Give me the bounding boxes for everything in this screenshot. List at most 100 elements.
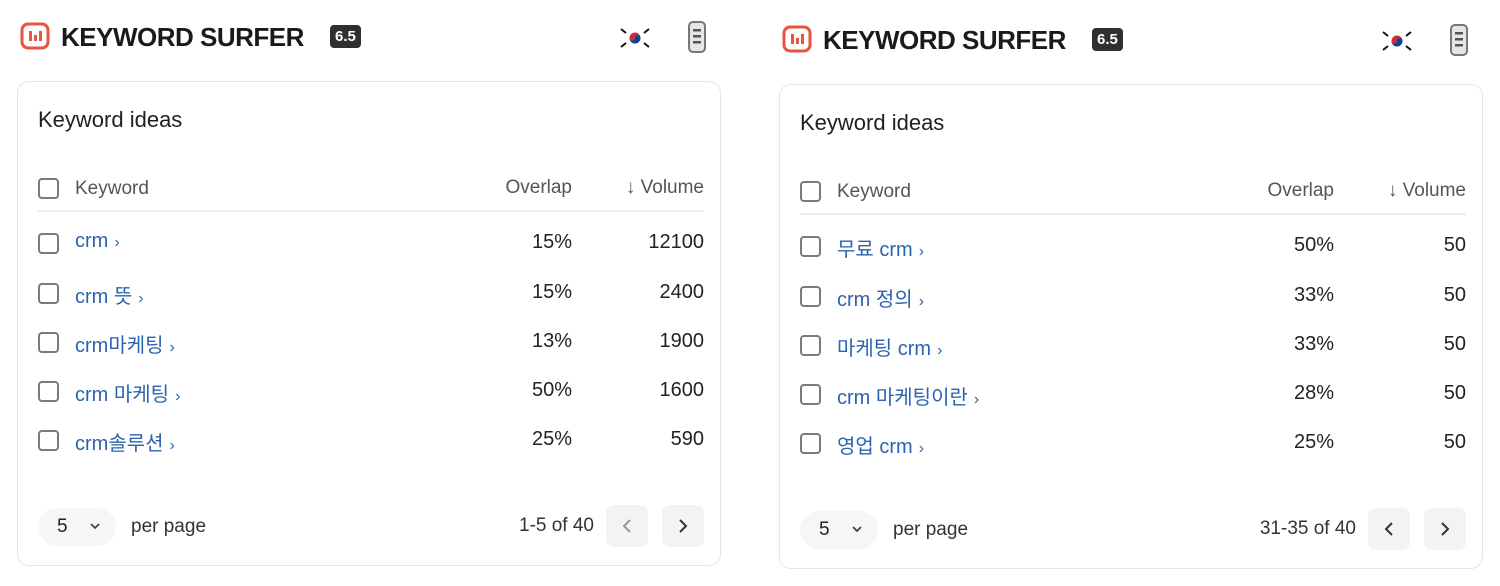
brand-name: KEYWORD SURFER [61, 22, 304, 52]
keyword-link[interactable]: crm 뜻 › [75, 280, 144, 309]
card-title: Keyword ideas [38, 107, 183, 132]
volume-value: 2400 [659, 281, 705, 303]
overlap-value: 13% [531, 330, 572, 352]
column-header-volume[interactable]: ↓ Volume [1388, 180, 1466, 202]
table-header: Keyword Overlap ↓ Volume [38, 174, 704, 212]
south-korea-flag-icon[interactable] [618, 23, 652, 53]
table-row: crm마케팅 › 13% 1900 [38, 326, 704, 360]
table-row: 무료 crm › 50% 50 [800, 230, 1466, 264]
page-range: 1-5 of 40 [519, 515, 594, 536]
device-icon[interactable] [683, 20, 711, 54]
column-header-overlap[interactable]: Overlap [505, 177, 572, 199]
keyword-surfer-logo-icon [20, 22, 50, 50]
table-row: 영업 crm › 25% 50 [800, 427, 1466, 461]
volume-value: 50 [1443, 431, 1466, 453]
next-page-button[interactable] [662, 505, 704, 547]
previous-page-button[interactable] [606, 505, 648, 547]
table-row: crm 마케팅이란 › 28% 50 [800, 378, 1466, 412]
table-row: crm 정의 › 33% 50 [800, 280, 1466, 314]
volume-value: 590 [670, 428, 704, 450]
table-row: crm솔루션 › 25% 590 [38, 424, 704, 458]
per-page-label: per page [893, 519, 969, 540]
per-page-select[interactable]: 5 [38, 508, 116, 546]
overlap-value: 15% [531, 281, 572, 303]
chevron-right-icon: › [114, 234, 120, 251]
row-checkbox[interactable] [800, 236, 821, 257]
row-checkbox[interactable] [38, 430, 59, 451]
overlap-value: 33% [1293, 284, 1334, 306]
keyword-ideas-card: Keyword ideas Keyword Overlap ↓ Volume 무… [779, 84, 1483, 569]
select-all-checkbox[interactable] [38, 178, 59, 199]
keyword-link[interactable]: crm 마케팅 › [75, 378, 180, 407]
row-checkbox[interactable] [800, 335, 821, 356]
row-checkbox[interactable] [800, 433, 821, 454]
column-header-overlap[interactable]: Overlap [1267, 180, 1334, 202]
chevron-down-icon [90, 523, 100, 530]
volume-value: 50 [1443, 333, 1466, 355]
chevron-right-icon: › [169, 437, 175, 454]
chevron-right-icon: › [918, 440, 925, 457]
keyword-link[interactable]: crm솔루션 › [75, 427, 175, 456]
chevron-right-icon [1441, 522, 1450, 536]
volume-value: 50 [1443, 234, 1466, 256]
column-header-volume[interactable]: ↓ Volume [626, 177, 704, 199]
keyword-text: crm 마케팅 [75, 384, 170, 406]
keyword-text: crm [75, 230, 109, 252]
row-checkbox[interactable] [800, 286, 821, 307]
brand-name: KEYWORD SURFER [823, 25, 1066, 55]
table-header: Keyword Overlap ↓ Volume [800, 177, 1466, 215]
keyword-link[interactable]: 영업 crm › [837, 430, 924, 459]
chevron-right-icon [679, 519, 688, 533]
table-row: crm › 15% 12100 [38, 227, 704, 261]
chevron-right-icon: › [918, 293, 925, 310]
keyword-link[interactable]: crm마케팅 › [75, 329, 175, 358]
keyword-text: 영업 crm [837, 436, 913, 458]
per-page-value: 5 [57, 516, 68, 537]
column-header-keyword[interactable]: Keyword [75, 178, 149, 200]
keyword-text: crm 마케팅이란 [837, 387, 968, 409]
keyword-text: crm솔루션 [75, 433, 164, 455]
keyword-text: crm 정의 [837, 289, 913, 311]
keyword-surfer-panel-left: KEYWORD SURFER 6.5 Keyword ideas Keyword… [17, 0, 723, 583]
keyword-link[interactable]: 마케팅 crm › [837, 332, 942, 361]
overlap-value: 50% [531, 379, 572, 401]
chevron-right-icon: › [138, 290, 144, 307]
volume-value: 50 [1443, 284, 1466, 306]
keyword-link[interactable]: crm 마케팅이란 › [837, 381, 979, 410]
row-checkbox[interactable] [38, 283, 59, 304]
chevron-left-icon [622, 519, 631, 533]
per-page-select[interactable]: 5 [800, 511, 878, 549]
device-icon[interactable] [1445, 23, 1473, 57]
keyword-link[interactable]: crm 정의 › [837, 283, 924, 312]
volume-value: 50 [1443, 382, 1466, 404]
column-header-keyword[interactable]: Keyword [837, 181, 911, 203]
keyword-surfer-logo-icon [782, 25, 812, 53]
keyword-link[interactable]: 무료 crm › [837, 233, 924, 262]
page-range: 31-35 of 40 [1259, 518, 1356, 539]
per-page-value: 5 [819, 519, 830, 540]
row-checkbox[interactable] [38, 332, 59, 353]
chevron-down-icon [852, 526, 862, 533]
chevron-right-icon: › [918, 243, 925, 260]
table-row: crm 뜻 › 15% 2400 [38, 277, 704, 311]
chevron-left-icon [1384, 522, 1393, 536]
volume-value: 12100 [648, 231, 704, 253]
row-checkbox[interactable] [38, 381, 59, 402]
chevron-right-icon: › [937, 342, 943, 359]
keyword-surfer-panel-right: KEYWORD SURFER 6.5 Keyword ideas Keyword… [779, 3, 1485, 586]
panel-header: KEYWORD SURFER 6.5 [17, 18, 723, 58]
keyword-link[interactable]: crm › [75, 230, 120, 253]
next-page-button[interactable] [1424, 508, 1466, 550]
row-checkbox[interactable] [800, 384, 821, 405]
overlap-value: 25% [531, 428, 572, 450]
keyword-ideas-card: Keyword ideas Keyword Overlap ↓ Volume c… [17, 81, 721, 566]
keyword-text: crm마케팅 [75, 335, 164, 357]
south-korea-flag-icon[interactable] [1380, 26, 1414, 56]
select-all-checkbox[interactable] [800, 181, 821, 202]
row-checkbox[interactable] [38, 233, 59, 254]
table-row: 마케팅 crm › 33% 50 [800, 329, 1466, 363]
previous-page-button[interactable] [1368, 508, 1410, 550]
table-row: crm 마케팅 › 50% 1600 [38, 375, 704, 409]
overlap-value: 33% [1293, 333, 1334, 355]
per-page-label: per page [131, 516, 207, 537]
